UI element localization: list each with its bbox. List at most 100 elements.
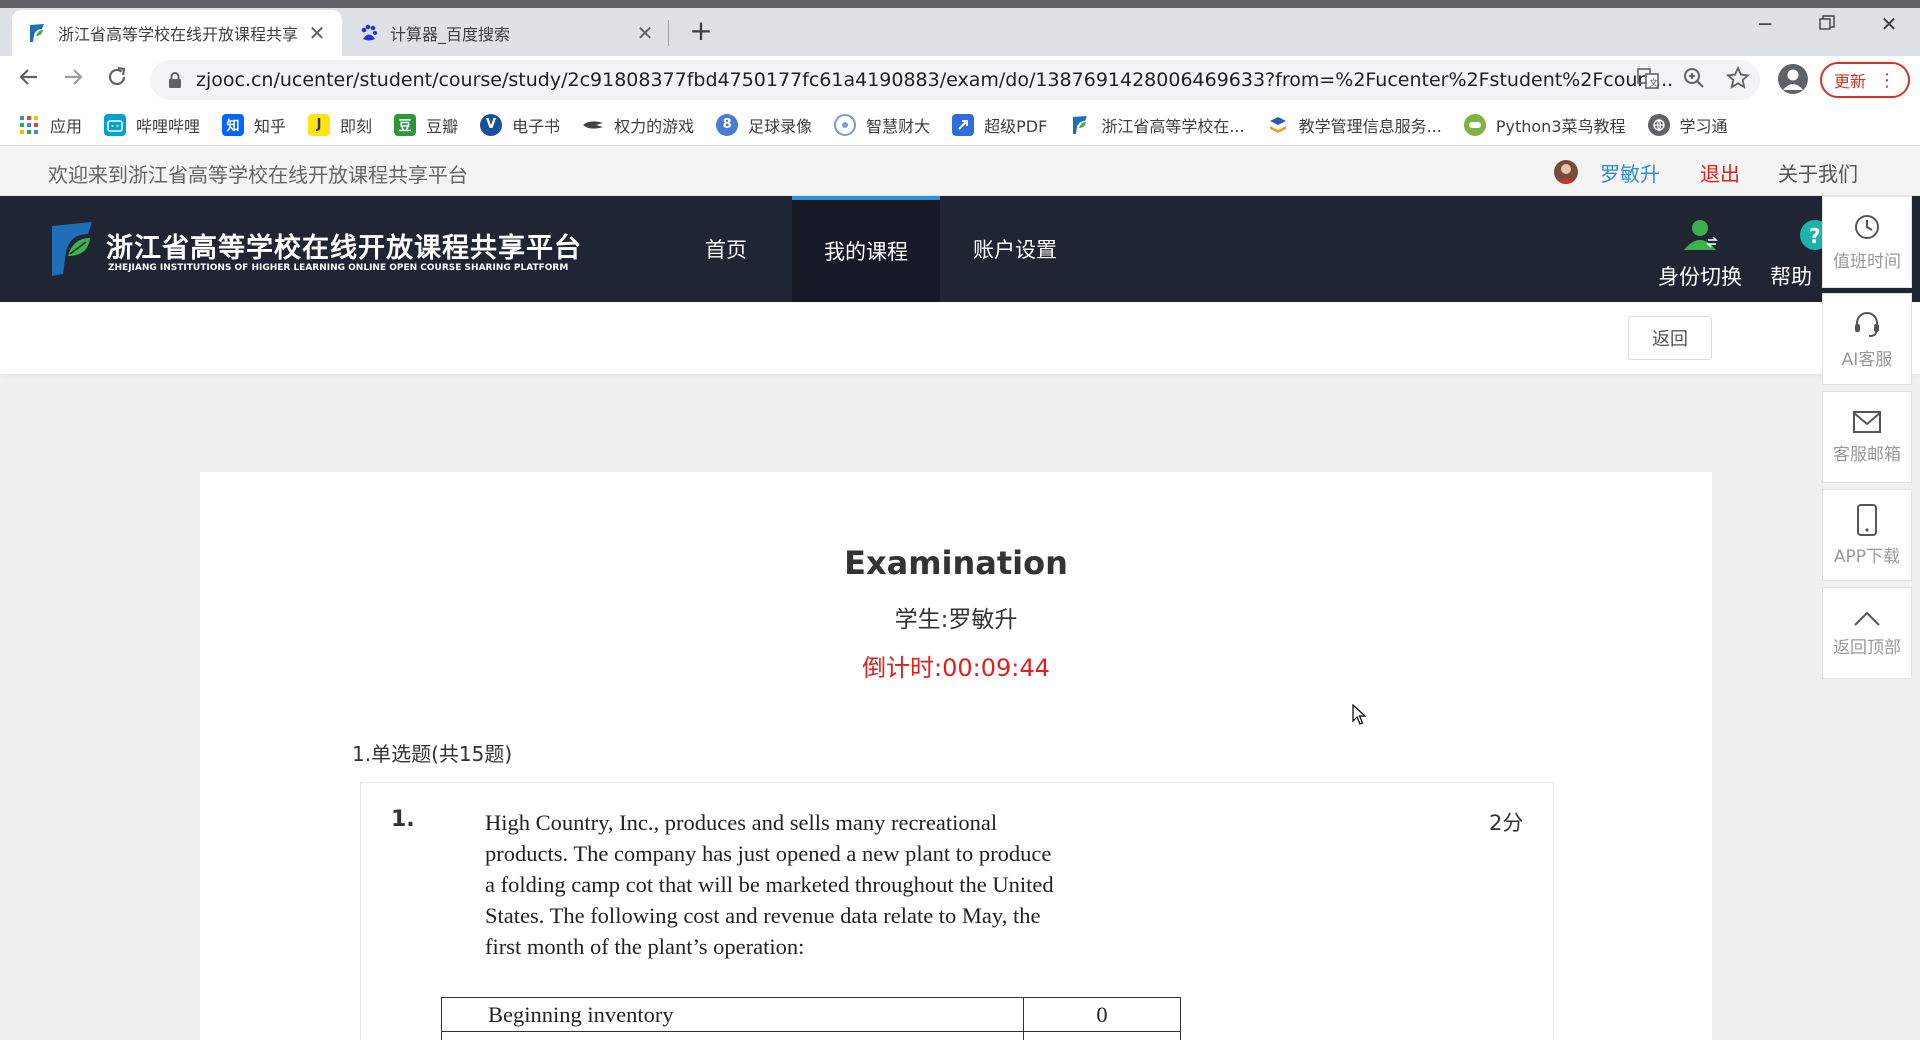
main-nav: 首页 我的课程 账户设置 xyxy=(660,196,1090,302)
zhihu-icon: 知 xyxy=(222,113,245,136)
table-row: Beginning inventory 0 xyxy=(441,997,1181,1032)
university-icon xyxy=(834,113,857,136)
question-data-table: Beginning inventory 0 xyxy=(441,997,1181,1040)
logout-link[interactable]: 退出 xyxy=(1700,158,1740,187)
nav-home[interactable]: 首页 xyxy=(660,196,792,302)
baidu-paw-icon xyxy=(358,22,380,44)
exam-card: Examination 学生:罗敏升 倒计时:00:09:44 1.单选题(共1… xyxy=(200,472,1712,1040)
side-tool-label: APP下载 xyxy=(1833,546,1901,567)
mobile-phone-icon xyxy=(1857,503,1877,536)
about-us-link[interactable]: 关于我们 xyxy=(1778,158,1858,187)
bookmark-label: 足球录像 xyxy=(748,116,813,136)
back-to-top-button[interactable]: 返回顶部 xyxy=(1822,587,1912,679)
identity-switch-button[interactable]: 身份切换 xyxy=(1650,218,1750,291)
service-mail-button[interactable]: 客服邮箱 xyxy=(1822,391,1912,483)
lock-icon xyxy=(168,72,182,88)
help-question-icon: ? xyxy=(1800,220,1822,250)
help-button[interactable]: ? 帮助 xyxy=(1770,218,1822,291)
exam-countdown-timer: 倒计时:00:09:44 xyxy=(862,654,1050,682)
browser-update-button[interactable]: 更新 ⋮ xyxy=(1820,62,1910,98)
table-cell-value: 0 xyxy=(1023,997,1181,1032)
bookmark-label: Python3菜鸟教程 xyxy=(1495,116,1626,136)
window-close-icon[interactable]: ✕ xyxy=(1864,12,1914,36)
sub-toolbar: 返回 xyxy=(0,302,1920,374)
bookmark-football[interactable]: 8 足球录像 xyxy=(716,113,812,137)
browser-menu-dots-icon[interactable]: ⋮ xyxy=(1878,70,1896,91)
side-tool-label: 客服邮箱 xyxy=(1833,444,1901,465)
identity-switch-label: 身份切换 xyxy=(1658,265,1742,289)
browser-tab-zjooc[interactable]: 浙江省高等学校在线开放课程共享 ✕ xyxy=(12,10,342,56)
bookmark-jwxt[interactable]: 教学管理信息服务... xyxy=(1267,113,1442,137)
forward-arrow-icon[interactable] xyxy=(58,66,88,96)
update-label: 更新 xyxy=(1833,72,1866,91)
headset-icon xyxy=(1855,311,1879,337)
question-card: 1. 2分 High Country, Inc., produces and s… xyxy=(360,782,1554,1040)
back-button[interactable]: 返回 xyxy=(1628,316,1712,360)
bookmark-douban[interactable]: 豆 豆瓣 xyxy=(394,113,458,137)
bookmark-bilibili[interactable]: 哔哩哔哩 xyxy=(104,113,200,137)
zjooc-icon xyxy=(1069,114,1091,136)
tab-separator xyxy=(668,20,669,46)
apps-grid-icon xyxy=(18,114,40,136)
translate-icon[interactable]: 文 xyxy=(1636,66,1660,90)
jike-icon: J xyxy=(308,113,331,136)
bookmark-zjooc[interactable]: 浙江省高等学校在... xyxy=(1069,113,1245,137)
bookmark-pdf[interactable]: 超级PDF xyxy=(952,113,1047,137)
browser-tab-baidu[interactable]: 计算器_百度搜索 ✕ xyxy=(344,10,670,56)
runoob-icon xyxy=(1463,113,1486,136)
exam-student-name: 学生:罗敏升 xyxy=(894,607,1018,633)
section-title: 1.单选题(共15题) xyxy=(352,742,513,766)
tab-title: 计算器_百度搜索 xyxy=(390,25,511,44)
jwxt-icon xyxy=(1267,114,1289,136)
bookmark-xuexitong[interactable]: 学习通 xyxy=(1647,113,1728,137)
username-link[interactable]: 罗敏升 xyxy=(1600,158,1660,187)
mouse-cursor-icon xyxy=(1352,704,1366,725)
platform-logo-title: 浙江省高等学校在线开放课程共享平台 xyxy=(106,233,582,264)
app-download-button[interactable]: APP下载 xyxy=(1822,489,1912,581)
browser-tab-strip: 浙江省高等学校在线开放课程共享 ✕ 计算器_百度搜索 ✕ + ─ ✕ xyxy=(0,0,1920,56)
bookmark-label: 权力的游戏 xyxy=(614,116,695,136)
identity-switch-icon xyxy=(1684,220,1718,250)
zoom-icon[interactable] xyxy=(1682,66,1706,90)
tab-close-icon[interactable]: ✕ xyxy=(306,21,328,45)
side-tool-label: 值班时间 xyxy=(1833,251,1901,272)
reload-icon[interactable] xyxy=(102,66,132,96)
duty-time-button[interactable]: 值班时间 xyxy=(1822,196,1912,288)
table-cell-label: Beginning inventory xyxy=(441,997,1024,1032)
bookmark-label: 哔哩哔哩 xyxy=(136,116,201,136)
bookmark-got[interactable]: 权力的游戏 xyxy=(582,113,694,137)
svg-text:文: 文 xyxy=(1649,77,1658,89)
restore-icon[interactable] xyxy=(1802,12,1852,36)
clock-icon xyxy=(1855,214,1879,239)
ai-service-button[interactable]: AI客服 xyxy=(1822,293,1912,385)
profile-avatar-icon[interactable] xyxy=(1778,64,1808,94)
bookmark-jike[interactable]: J 即刻 xyxy=(308,113,372,137)
bookmark-apps[interactable]: 应用 xyxy=(18,113,82,137)
platform-logo-icon[interactable] xyxy=(48,220,96,278)
help-label: 帮助 xyxy=(1770,265,1812,289)
url-text: zjooc.cn/ucenter/student/course/study/2c… xyxy=(196,69,1674,91)
table-cell-value xyxy=(1023,1031,1181,1040)
user-avatar[interactable] xyxy=(1554,160,1578,184)
bookmark-runoob[interactable]: Python3菜鸟教程 xyxy=(1463,113,1626,137)
zjooc-favicon-icon xyxy=(26,22,48,44)
minimize-icon[interactable]: ─ xyxy=(1740,12,1790,36)
got-icon xyxy=(582,114,604,136)
question-number: 1. xyxy=(391,807,415,832)
bookmark-label: 超级PDF xyxy=(984,116,1048,136)
back-arrow-icon[interactable] xyxy=(14,66,44,96)
bookmark-star-icon[interactable] xyxy=(1725,65,1751,90)
bookmark-label: 应用 xyxy=(50,116,83,136)
bookmark-ebook[interactable]: V 电子书 xyxy=(480,113,560,137)
tab-close-icon[interactable]: ✕ xyxy=(634,21,656,45)
new-tab-plus-icon[interactable]: + xyxy=(686,16,716,46)
bookmark-zhihu[interactable]: 知 知乎 xyxy=(222,113,286,137)
welcome-text: 欢迎来到浙江省高等学校在线开放课程共享平台 xyxy=(48,163,468,187)
nav-my-courses[interactable]: 我的课程 xyxy=(792,196,940,302)
bilibili-icon xyxy=(104,113,127,136)
vbook-icon: V xyxy=(480,113,503,136)
table-cell-label xyxy=(441,1031,1024,1040)
bookmark-university[interactable]: 智慧财大 xyxy=(834,113,930,137)
nav-account-settings[interactable]: 账户设置 xyxy=(940,196,1090,302)
address-bar[interactable]: zjooc.cn/ucenter/student/course/study/2c… xyxy=(150,60,1760,100)
